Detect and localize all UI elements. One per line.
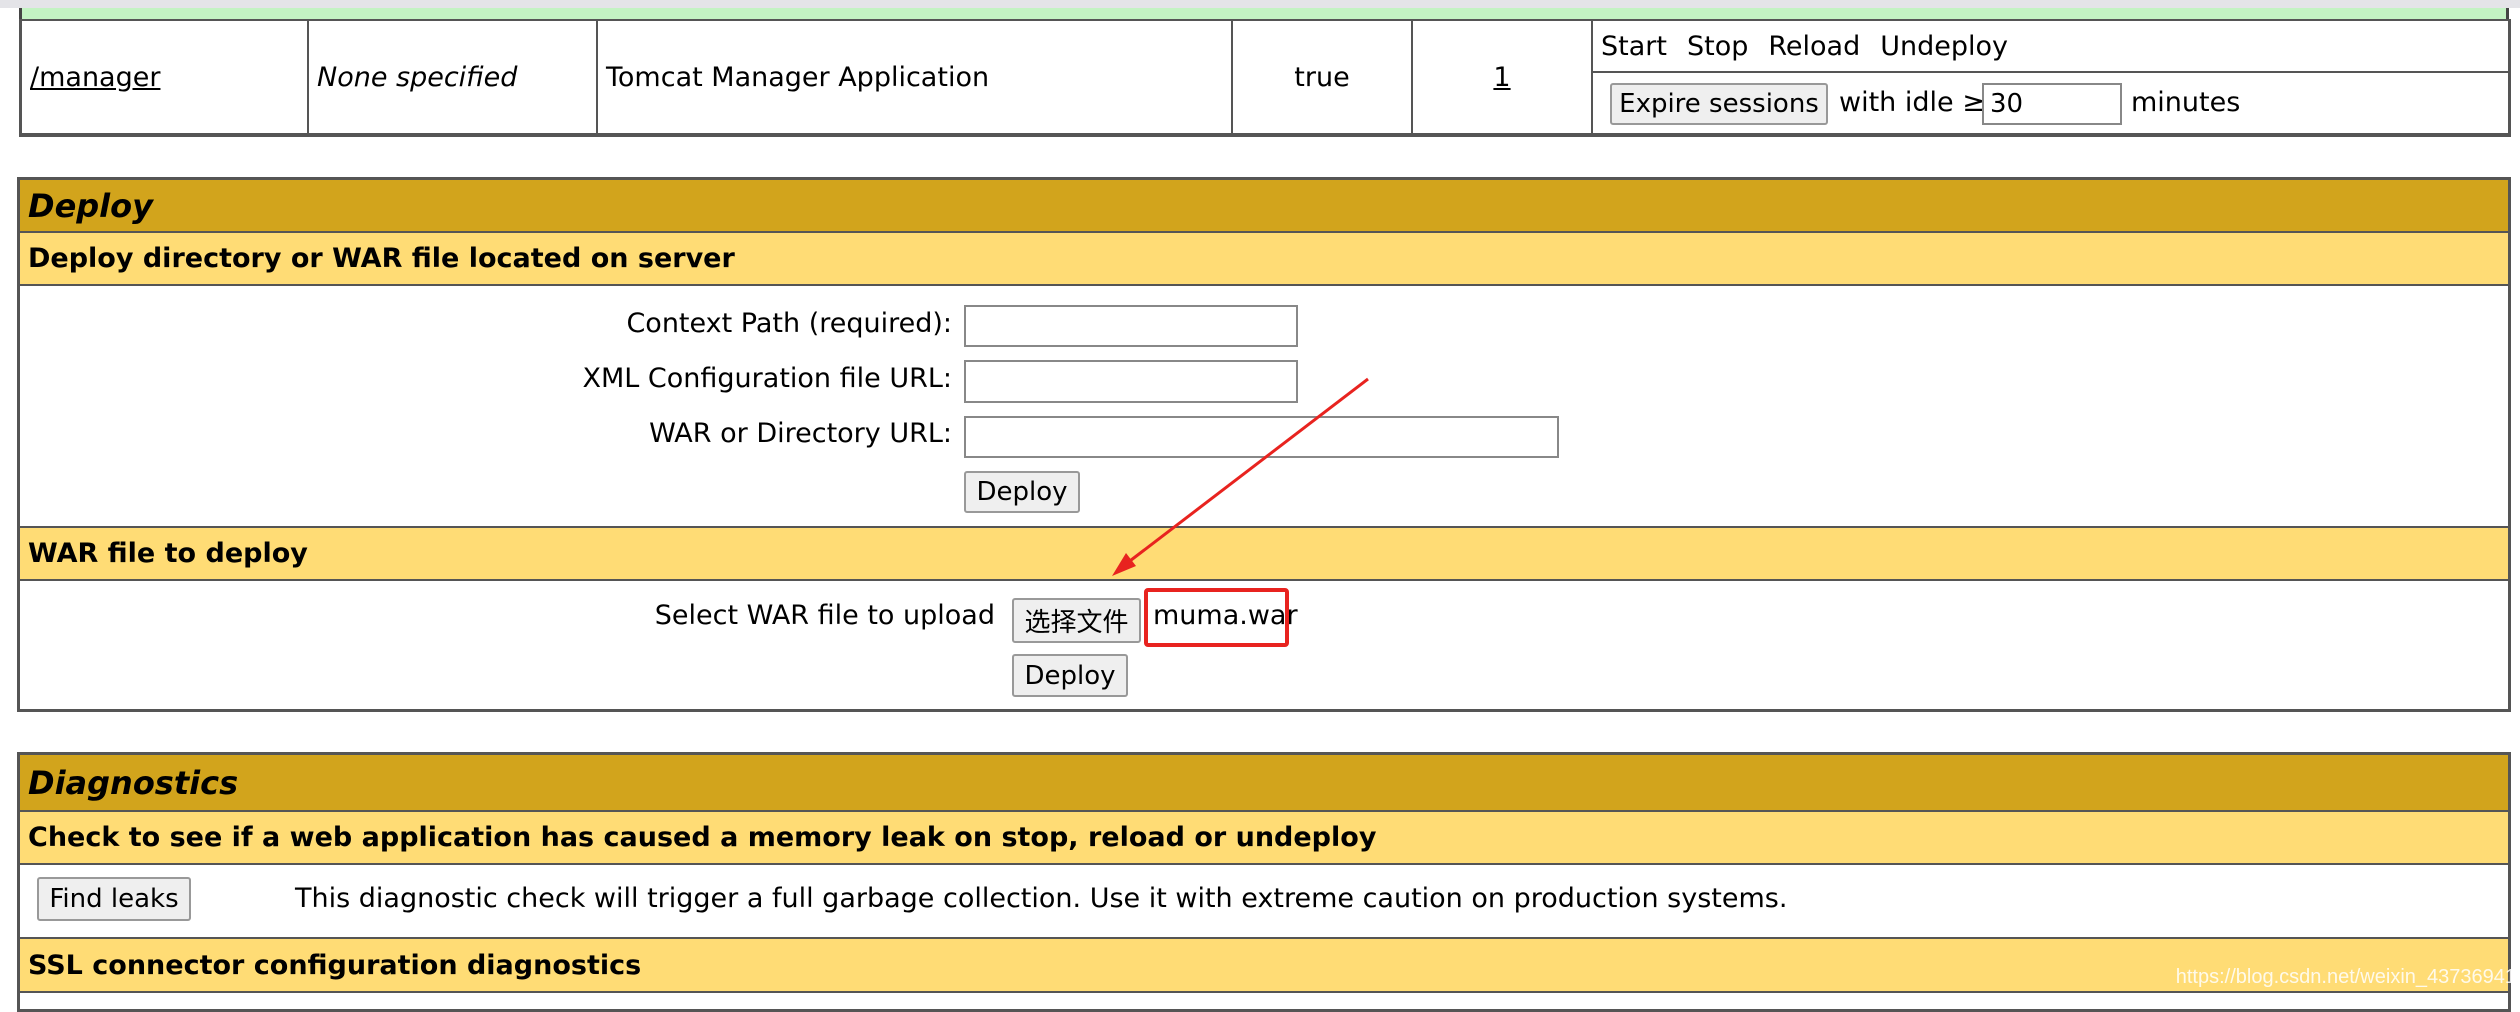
diagnostics-panel: Diagnostics Check to see if a web applic…: [17, 752, 2511, 1012]
leak-description: This diagnostic check will trigger a ful…: [295, 883, 1788, 914]
find-leaks-button[interactable]: Find leaks: [37, 877, 191, 921]
arrow-line: [1121, 377, 1369, 569]
watermark: https://blog.csdn.net/weixin_43736941: [2175, 966, 2516, 988]
ssl-diagnostics-heading: SSL connector configuration diagnostics: [20, 937, 2508, 993]
memory-leak-heading: Check to see if a web application has ca…: [20, 812, 2508, 865]
arrow-head: [1112, 553, 1136, 576]
diagnostics-title: Diagnostics: [20, 755, 2508, 812]
